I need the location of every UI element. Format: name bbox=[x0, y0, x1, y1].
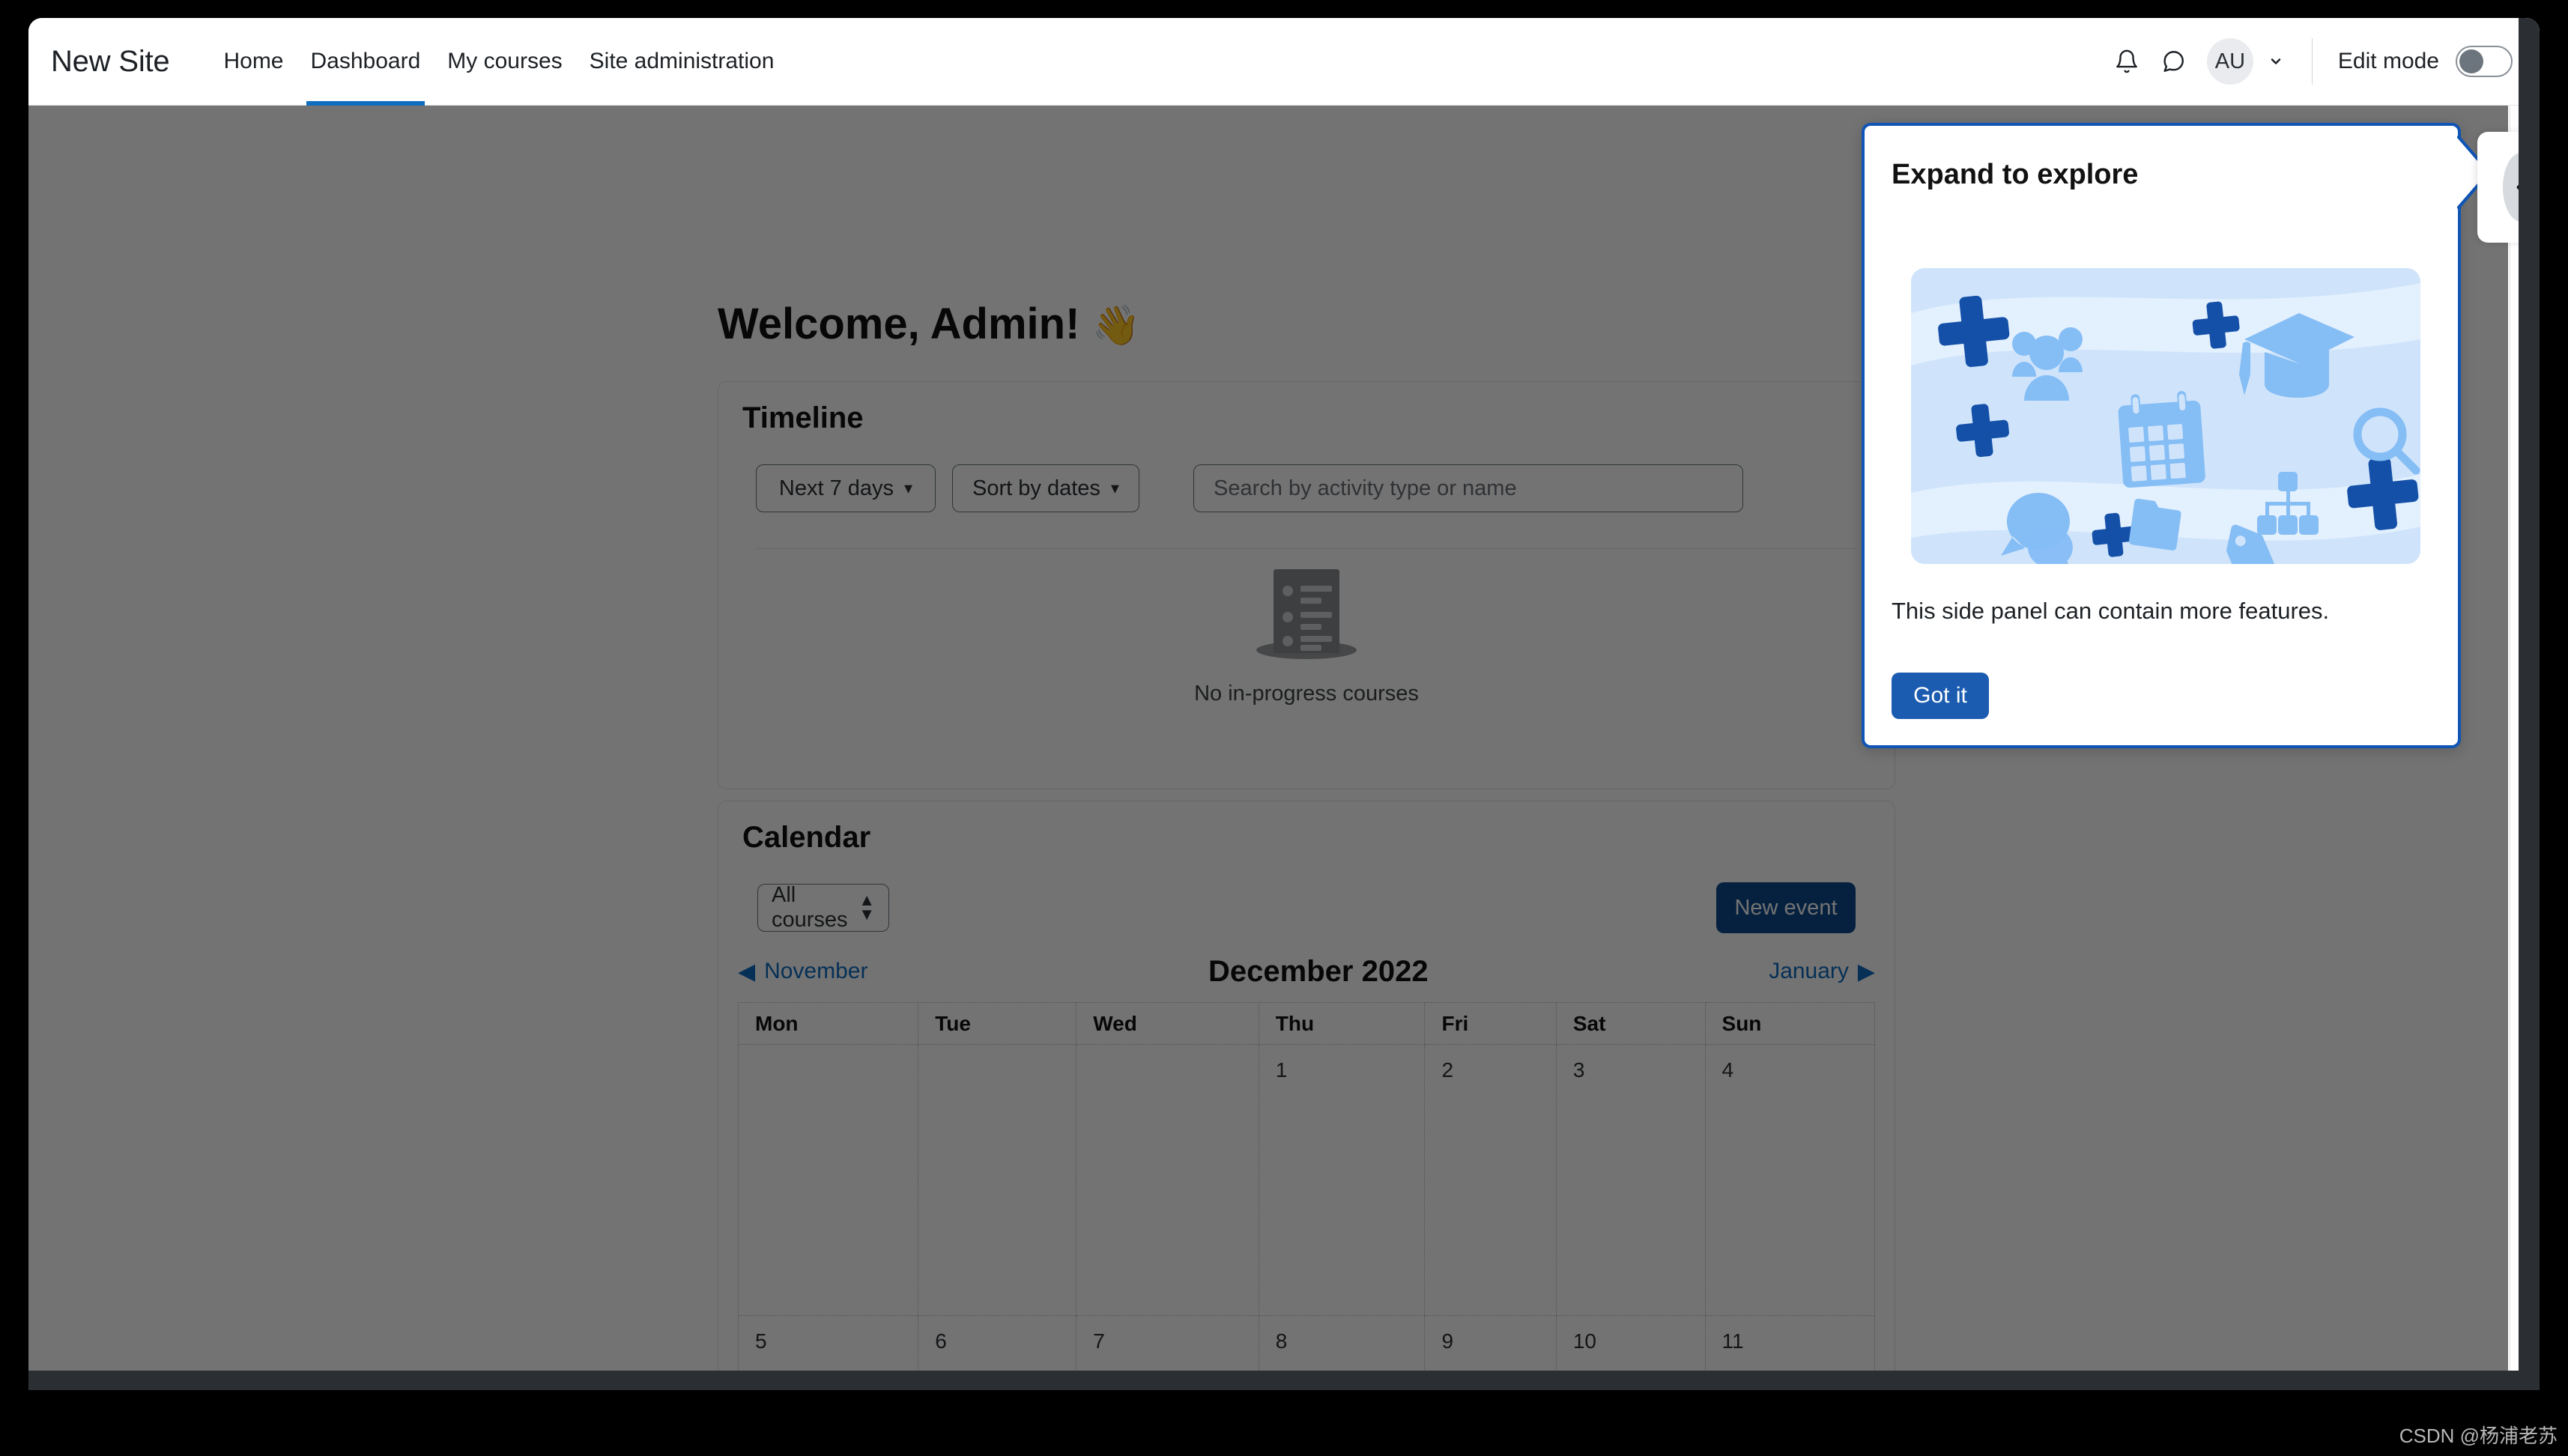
expand-to-explore-tooltip: Expand to explore This side panel can co… bbox=[1862, 123, 2461, 748]
nav-item-home[interactable]: Home bbox=[210, 18, 297, 106]
message-bubble-icon[interactable] bbox=[2150, 38, 2196, 85]
edit-mode-label: Edit mode bbox=[2337, 49, 2439, 73]
vertical-scrollbar-thumb[interactable] bbox=[2522, 39, 2536, 1073]
navbar-divider bbox=[2311, 38, 2313, 85]
chevron-down-icon[interactable] bbox=[2265, 54, 2286, 69]
nav-item-site-administration[interactable]: Site administration bbox=[576, 18, 788, 106]
navbar-right-group: AU Edit mode bbox=[2104, 38, 2513, 85]
tooltip-title: Expand to explore bbox=[1892, 159, 2139, 190]
nav-item-dashboard[interactable]: Dashboard bbox=[297, 18, 434, 106]
browser-window: New Site Home Dashboard My courses Site … bbox=[28, 18, 2540, 1390]
toggle-knob bbox=[2459, 49, 2483, 73]
primary-nav: Home Dashboard My courses Site administr… bbox=[210, 18, 787, 106]
horizontal-scrollbar-thumb[interactable] bbox=[31, 1373, 2496, 1388]
top-navbar: New Site Home Dashboard My courses Site … bbox=[28, 18, 2540, 106]
edit-mode-toggle[interactable] bbox=[2456, 46, 2513, 77]
nav-item-my-courses[interactable]: My courses bbox=[434, 18, 575, 106]
avatar[interactable]: AU bbox=[2206, 38, 2253, 85]
horizontal-scrollbar-track[interactable] bbox=[28, 1371, 2540, 1390]
site-brand[interactable]: New Site bbox=[51, 45, 170, 79]
tooltip-body-text: This side panel can contain more feature… bbox=[1892, 598, 2330, 624]
bell-icon[interactable] bbox=[2104, 38, 2150, 85]
watermark: CSDN @杨浦老苏 bbox=[2399, 1425, 2558, 1447]
vertical-scrollbar-track[interactable] bbox=[2519, 18, 2540, 1390]
explore-features-illustration bbox=[1911, 268, 2420, 564]
got-it-button[interactable]: Got it bbox=[1892, 673, 1989, 719]
